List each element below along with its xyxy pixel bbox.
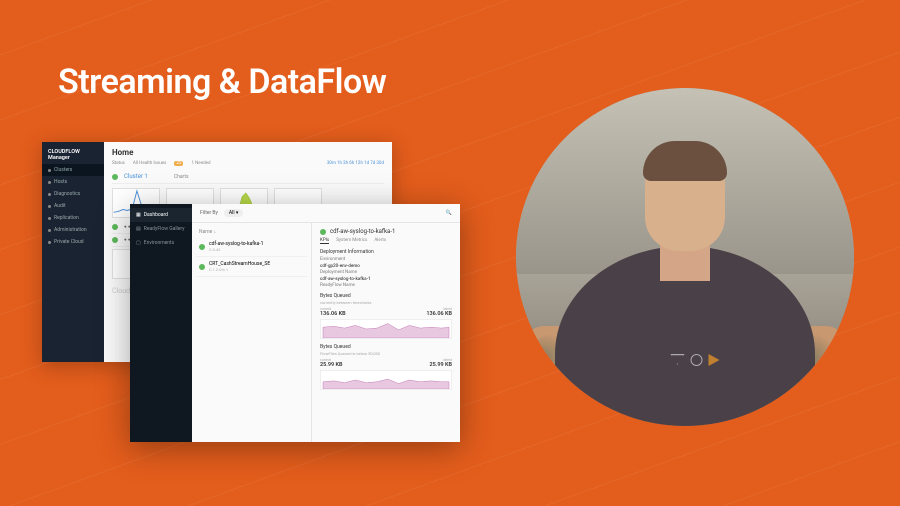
sidebar-item-hosts[interactable]: Hosts	[42, 176, 104, 188]
app1-page-title: Home	[112, 148, 384, 157]
metric-value: 136.06 KB	[426, 311, 452, 317]
metric-sub: FlowFiles Queued is below 50,000	[320, 351, 452, 356]
tab-system-metrics[interactable]: System Metrics	[336, 238, 367, 244]
health-count-badge: 25	[174, 161, 183, 166]
status-indicator-icon	[112, 237, 118, 243]
app2-sidebar: ▦Dashboard ▤ReadyFlow Gallery ▢Environme…	[130, 204, 192, 442]
time-range-selector[interactable]: 30m 1h 2h 6h 12h 1d 7d 30d	[327, 161, 384, 166]
metric-title: Bytes Queued	[320, 293, 452, 299]
tab-config[interactable]: 1 Needed	[191, 161, 210, 166]
app1-brand: CLOUDFLOW Manager	[42, 146, 104, 164]
status-indicator-icon	[320, 229, 326, 235]
tab-kpis[interactable]: KPIs	[320, 238, 329, 244]
sidebar-item-administration[interactable]: Administration	[42, 224, 104, 236]
status-indicator-icon	[112, 224, 118, 230]
deployment-list: Name ↓ cdf-aw-syslog-to-kafka-1C 0.42 CR…	[192, 223, 312, 442]
sidebar-item-readyflow[interactable]: ▤ReadyFlow Gallery	[130, 222, 192, 236]
charts-label: Charts	[174, 174, 189, 180]
sidebar-item-audit[interactable]: Audit	[42, 200, 104, 212]
status-indicator-icon	[112, 174, 118, 180]
kv-row: cdf-aw-syslog-to-kafka-1	[320, 277, 452, 282]
filter-dropdown[interactable]: All ▾	[224, 209, 243, 217]
sidebar-item-replication[interactable]: Replication	[42, 212, 104, 224]
kv-row: cdf-gp20-env-demo	[320, 264, 452, 269]
sidebar-item-privatecloud[interactable]: Private Cloud	[42, 236, 104, 248]
app1-tabs: Status All Health Issues 25 1 Needed 30m…	[112, 161, 384, 166]
list-item[interactable]: cdf-aw-syslog-to-kafka-1C 0.42	[196, 237, 307, 257]
metric-sub: currently between thresholds	[320, 300, 452, 305]
metric-value: 25.99 KB	[320, 362, 342, 368]
app1-sidebar: CLOUDFLOW Manager Clusters Hosts Diagnos…	[42, 142, 104, 362]
kv-row: Environment	[320, 257, 452, 262]
cluster-link[interactable]: Cluster 1	[124, 173, 148, 180]
filter-label: Filter By	[200, 210, 218, 216]
sparkline-bytes-2[interactable]	[320, 370, 452, 390]
metric-value: 136.06 KB	[320, 311, 346, 317]
dataflow-window: ▦Dashboard ▤ReadyFlow Gallery ▢Environme…	[130, 204, 460, 442]
sidebar-item-dashboard[interactable]: ▦Dashboard	[130, 208, 192, 222]
tab-alerts[interactable]: Alerts	[374, 238, 386, 244]
search-icon[interactable]: 🔍	[446, 210, 452, 216]
slide-title: Streaming & DataFlow	[58, 62, 386, 102]
tab-health[interactable]: All Health Issues	[133, 161, 167, 166]
status-indicator-icon	[199, 244, 205, 250]
tab-status[interactable]: Status	[112, 161, 125, 166]
sidebar-item-diagnostics[interactable]: Diagnostics	[42, 188, 104, 200]
kv-row: Deployment Name	[320, 270, 452, 275]
presenter-photo	[516, 88, 854, 426]
kv-row: ReadyFlow Name	[320, 283, 452, 288]
detail-panel: cdf-aw-syslog-to-kafka-1 KPIs System Met…	[312, 223, 460, 442]
status-indicator-icon	[199, 264, 205, 270]
sparkline-bytes-1[interactable]	[320, 319, 452, 339]
metric-title: Bytes Queued	[320, 344, 452, 350]
list-item[interactable]: CRT_CashStreamHouse_SEC 1.2.0-b.1	[196, 257, 307, 277]
section-deployment-info: Deployment Information	[320, 249, 452, 255]
metric-value: 25.99 KB	[430, 362, 452, 368]
list-header-name[interactable]: Name	[199, 229, 212, 235]
detail-name: cdf-aw-syslog-to-kafka-1	[330, 228, 395, 235]
sidebar-item-environments[interactable]: ▢Environments	[130, 236, 192, 250]
sidebar-item-clusters[interactable]: Clusters	[42, 164, 104, 176]
